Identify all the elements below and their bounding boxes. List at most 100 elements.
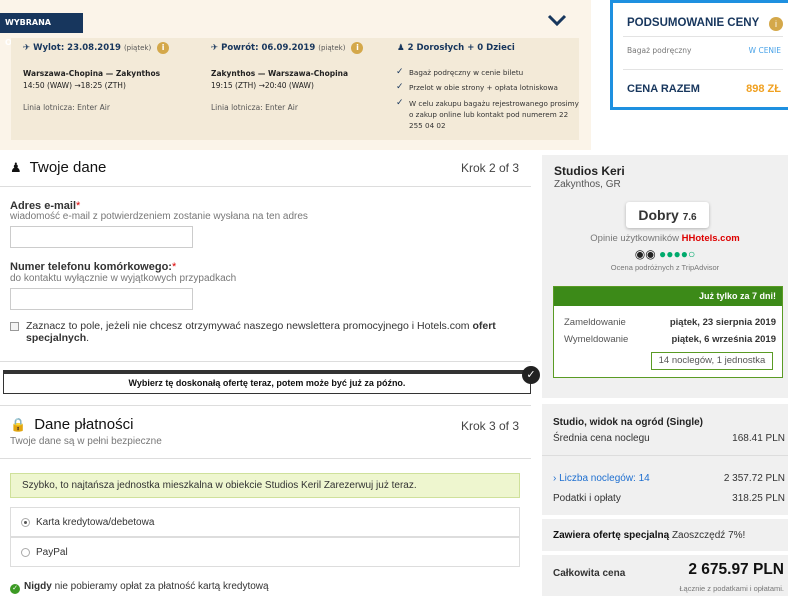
rating-word: Dobry xyxy=(638,207,679,223)
divider xyxy=(623,69,783,70)
price-summary: PODSUMOWANIE CENY i Bagaż podręczny W CE… xyxy=(610,0,788,110)
selected-offer-tag: WYBRANA OFERTA xyxy=(0,13,83,47)
hotels-brand: Hotels.com xyxy=(688,233,740,244)
check-circle-icon: ✓ xyxy=(522,366,540,384)
info-icon[interactable]: i xyxy=(157,41,170,54)
passengers-header: ♟ 2 Dorosłych + 0 Dzieci xyxy=(397,38,515,58)
no-card-fee-text: nie pobieramy opłat za płatność kartą kr… xyxy=(54,581,269,592)
user-opinions: Opinie użytkowników HHotels.com xyxy=(542,233,788,244)
avg-price-value: 168.41 PLN xyxy=(732,433,785,444)
summary-total-value: 898 ZŁ xyxy=(746,83,781,95)
divider xyxy=(0,458,531,459)
feature-text: Bagaż podręczny w cenie biletu xyxy=(409,68,524,77)
fees-row: Podatki i opłaty 318.25 PLN xyxy=(553,493,785,504)
step-indicator: Krok 3 of 3 xyxy=(460,419,519,433)
chevron-right-icon: › xyxy=(553,473,557,484)
personal-title: Twoje dane xyxy=(29,159,107,176)
phone-label: Numer telefonu komórkowego:* xyxy=(10,261,176,273)
check-icon: ✓ xyxy=(396,82,404,92)
checkin-label: Zameldowanie xyxy=(564,317,626,328)
outbound-header: ✈ Wylot: 23.08.2019 (piątek) i xyxy=(23,38,170,58)
payment-title: Dane płatności xyxy=(34,416,134,433)
inbound-header: ✈ Powrót: 06.09.2019 (piątek) i xyxy=(211,38,364,58)
payment-option-paypal[interactable]: PayPal xyxy=(10,537,520,567)
inbound-day: (piątek) xyxy=(318,44,346,52)
plane-takeoff-icon: ✈ xyxy=(23,43,31,53)
divider xyxy=(542,551,788,555)
phone-hint: do kontaktu wyłącznie w wyjątkowych przy… xyxy=(10,273,237,284)
hotel-panel: Studios Keri Zakynthos, GR Dobry 7.6 Opi… xyxy=(542,155,788,596)
avg-price-label: Średnia cena noclegu xyxy=(553,433,650,444)
nights-units-badge: 14 noclegów, 1 jednostka xyxy=(651,352,773,370)
divider xyxy=(542,515,788,519)
personal-section-header: ♟ Twoje dane Krok 2 of 3 xyxy=(0,155,531,185)
urgency-banner: Wybierz tę doskonałą ofertę teraz, potem… xyxy=(3,370,531,394)
baggage-label: Bagaż podręczny xyxy=(627,46,692,55)
special-offer-text: Zaoszczędź 7%! xyxy=(671,530,746,541)
checkin-row: Zameldowanie piątek, 23 sierpnia 2019 xyxy=(564,317,776,328)
chevron-down-icon[interactable] xyxy=(545,12,569,28)
no-card-fee-note: ✓ Nigdy nie pobieramy opłat za płatność k… xyxy=(10,581,269,594)
divider xyxy=(542,455,788,456)
newsletter-text-main: Zaznacz to pole, jeżeli nie chcesz otrzy… xyxy=(26,320,470,332)
tripadvisor-rating: ◉◉ ●●●●○ xyxy=(634,247,696,261)
opinions-label: Opinie użytkowników xyxy=(590,233,679,244)
inbound-airline: Linia lotnicza: Enter Air xyxy=(211,103,298,112)
phone-label-text: Numer telefonu komórkowego: xyxy=(10,261,172,273)
passengers-count: 2 Dorosłych + 0 Dzieci xyxy=(407,43,515,53)
no-card-fee-bold: Nigdy xyxy=(24,581,52,592)
divider xyxy=(542,398,788,404)
rating-value: 7.6 xyxy=(682,212,697,223)
deal-banner: Już tylko za 7 dni! xyxy=(554,287,782,306)
inbound-info: Zakynthos — Warszawa-Chopina 19:15 (ZTH)… xyxy=(211,68,348,114)
lock-icon: 🔒 xyxy=(10,417,27,432)
outbound-date: Wylot: 23.08.2019 xyxy=(33,43,121,53)
radio-card[interactable] xyxy=(21,518,30,527)
outbound-info: Warszawa-Chopina — Zakynthos 14:50 (WAW)… xyxy=(23,68,160,114)
outbound-route: Warszawa-Chopina — Zakynthos xyxy=(23,69,161,78)
payment-option-card[interactable]: Karta kredytowa/debetowa xyxy=(10,507,520,537)
nights-value: 2 357.72 PLN xyxy=(723,473,785,484)
hotels-logo-icon: H xyxy=(681,233,689,244)
payment-subtitle: Twoje dane są w pełni bezpieczne xyxy=(10,436,162,447)
special-offer: Zawiera ofertę specjalną Zaoszczędź 7%! xyxy=(553,530,745,541)
feature-text: Przelot w obie strony + opłata lotniskow… xyxy=(409,83,558,92)
total-price-value: 2 675.97 PLN xyxy=(688,561,784,578)
outbound-day: (piątek) xyxy=(123,44,152,52)
fees-value: 318.25 PLN xyxy=(732,493,785,504)
feature-item: ✓ W celu zakupu bagażu rejestrowanego pr… xyxy=(396,98,579,131)
selected-offer-panel: WYBRANA OFERTA ✈ Wylot: 23.08.2019 (piąt… xyxy=(0,0,591,150)
info-icon[interactable]: i xyxy=(769,17,783,31)
check-circle-icon: ✓ xyxy=(10,584,20,594)
divider xyxy=(0,361,531,362)
checkout-row: Wymeldowanie piątek, 6 września 2019 xyxy=(564,334,776,345)
newsletter-checkbox[interactable] xyxy=(10,322,19,331)
fees-label: Podatki i opłaty xyxy=(553,493,621,504)
phone-input[interactable] xyxy=(10,288,193,310)
check-icon: ✓ xyxy=(396,98,404,108)
email-input[interactable] xyxy=(10,226,193,248)
divider xyxy=(623,36,783,37)
checkout-label: Wymeldowanie xyxy=(564,334,629,345)
email-hint: wiadomość e-mail z potwierdzeniem zostan… xyxy=(10,211,308,222)
check-icon: ✓ xyxy=(396,67,404,77)
section-title: 🔒 Dane płatności xyxy=(10,416,133,433)
info-icon[interactable]: i xyxy=(351,41,364,54)
deal-box: Już tylko za 7 dni! Zameldowanie piątek, … xyxy=(553,286,783,378)
payment-option-label: PayPal xyxy=(36,547,68,558)
total-price-label: Całkowita cena xyxy=(553,568,626,579)
feature-item: ✓ Bagaż podręczny w cenie biletu xyxy=(396,67,579,78)
hotel-name: Studios Keri xyxy=(554,164,625,178)
plane-landing-icon: ✈ xyxy=(211,43,219,53)
checkout-value: piątek, 6 września 2019 xyxy=(671,334,776,345)
step-indicator: Krok 2 of 3 xyxy=(460,161,519,175)
required-marker: * xyxy=(171,261,177,273)
avg-price-row: Średnia cena noclegu 168.41 PLN xyxy=(553,433,785,444)
radio-paypal[interactable] xyxy=(21,548,30,557)
total-price-note: Łącznie z podatkami i opłatami. xyxy=(679,584,784,593)
feature-text: W celu zakupu bagażu rejestrowanego pros… xyxy=(409,99,579,130)
hotel-location: Zakynthos, GR xyxy=(554,179,621,190)
section-title: ♟ Twoje dane xyxy=(10,159,106,176)
nights-row[interactable]: › Liczba noclegów: 14 2 357.72 PLN xyxy=(553,473,785,484)
nights-label[interactable]: Liczba noclegów: 14 xyxy=(559,473,650,484)
